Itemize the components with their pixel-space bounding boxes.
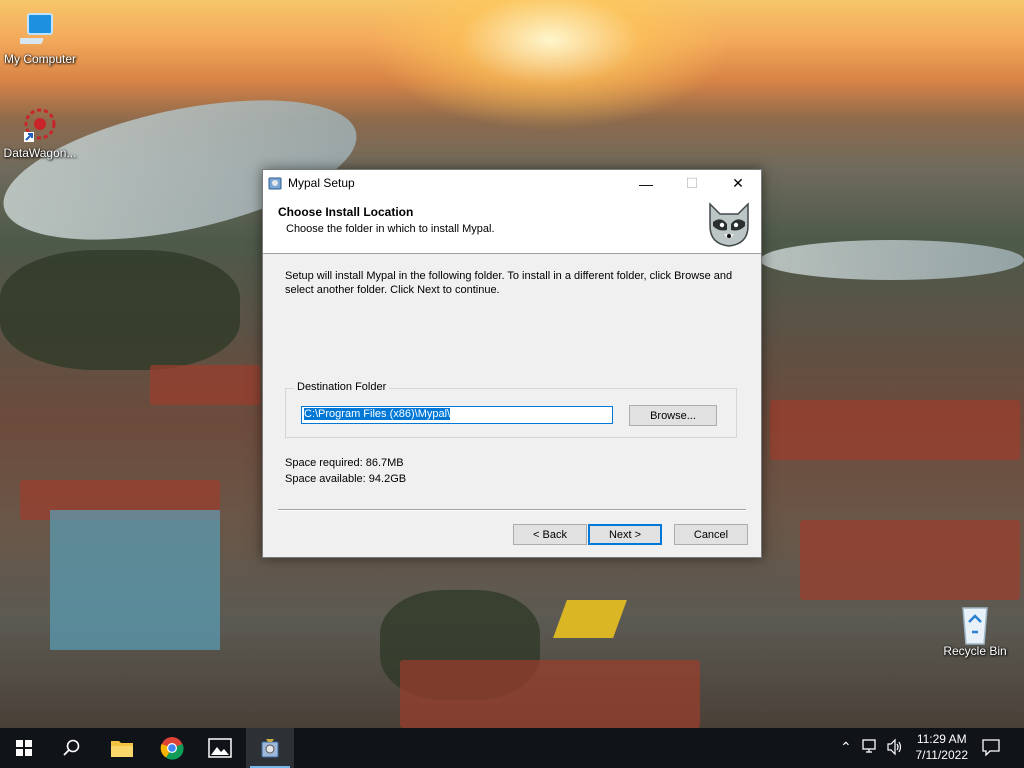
- start-button[interactable]: [0, 728, 48, 768]
- taskbar-chrome[interactable]: [148, 728, 196, 768]
- close-button[interactable]: ✕: [715, 170, 761, 197]
- dialog-titlebar[interactable]: Mypal Setup — ☐ ✕: [263, 170, 761, 197]
- raccoon-logo-icon: [704, 200, 754, 248]
- notifications-button[interactable]: [982, 738, 1000, 759]
- wallpaper-roofs: [400, 660, 700, 728]
- destination-folder-value: C:\Program Files (x86)\Mypal\: [304, 408, 451, 420]
- next-button[interactable]: Next >: [588, 524, 662, 545]
- close-icon: ✕: [732, 175, 744, 191]
- destination-folder-input[interactable]: C:\Program Files (x86)\Mypal\: [301, 406, 613, 424]
- taskbar-file-explorer[interactable]: [98, 728, 146, 768]
- chrome-icon: [160, 737, 184, 760]
- browse-button[interactable]: Browse...: [629, 405, 717, 426]
- cancel-button[interactable]: Cancel: [674, 524, 748, 545]
- datawagon-icon: [20, 104, 60, 144]
- wizard-header: Choose Install Location Choose the folde…: [263, 197, 761, 254]
- wallpaper-roofs: [150, 365, 260, 405]
- wallpaper-roofs: [800, 520, 1020, 600]
- desktop-icon-label: Recycle Bin: [943, 644, 1007, 658]
- back-button[interactable]: < Back: [513, 524, 587, 545]
- network-icon[interactable]: [862, 738, 878, 759]
- installer-icon: [261, 739, 279, 758]
- clock[interactable]: 11:29 AM 7/11/2022: [916, 731, 969, 763]
- instructions-text: Setup will install Mypal in the followin…: [285, 270, 733, 296]
- group-label: Destination Folder: [294, 381, 390, 393]
- page-title: Choose Install Location: [278, 205, 414, 219]
- page-subtitle: Choose the folder in which to install My…: [286, 223, 495, 235]
- computer-icon: [13, 10, 60, 50]
- installer-icon: [267, 175, 283, 191]
- setup-dialog: Mypal Setup — ☐ ✕ Choose Install Locatio…: [262, 169, 762, 558]
- start-icon: [16, 740, 32, 756]
- separator: [278, 509, 746, 511]
- search-icon: [63, 739, 80, 756]
- desktop-icon-label: My Computer: [3, 52, 77, 66]
- minimize-icon: —: [639, 175, 653, 192]
- space-available-text: Space available: 94.2GB: [285, 473, 407, 485]
- wallpaper-trees: [0, 250, 240, 370]
- recycle-bin-icon: [955, 602, 995, 645]
- show-hidden-icons[interactable]: ⌃: [840, 739, 852, 756]
- space-required-text: Space required: 86.7MB: [285, 457, 404, 469]
- taskbar-photos[interactable]: [196, 728, 244, 768]
- wallpaper-building: [50, 510, 220, 650]
- wallpaper-umbrellas: [553, 600, 627, 638]
- clock-time: 11:29 AM: [916, 732, 967, 746]
- notification-icon: [982, 739, 1000, 757]
- dialog-title: Mypal Setup: [288, 176, 355, 190]
- minimize-button[interactable]: —: [623, 170, 669, 197]
- clock-date: 7/11/2022: [915, 748, 969, 762]
- desktop-icon-my-computer[interactable]: My Computer: [0, 10, 80, 66]
- maximize-button[interactable]: ☐: [669, 170, 715, 197]
- wallpaper-river-right: [760, 240, 1024, 280]
- desktop-icon-recycle-bin[interactable]: Recycle Bin: [935, 602, 1015, 658]
- file-explorer-icon: [111, 741, 133, 757]
- taskbar-installer[interactable]: [246, 728, 294, 768]
- desktop-icon-datawagon[interactable]: DataWagon...: [0, 104, 80, 160]
- volume-icon[interactable]: [886, 738, 904, 759]
- search-button[interactable]: [48, 728, 96, 768]
- wallpaper-roofs: [770, 400, 1020, 460]
- desktop-icon-label: DataWagon...: [3, 146, 77, 160]
- taskbar: ⌃ 11:29 AM 7/11/2022: [0, 728, 1024, 768]
- maximize-icon: ☐: [685, 175, 699, 191]
- photos-icon: [208, 738, 232, 758]
